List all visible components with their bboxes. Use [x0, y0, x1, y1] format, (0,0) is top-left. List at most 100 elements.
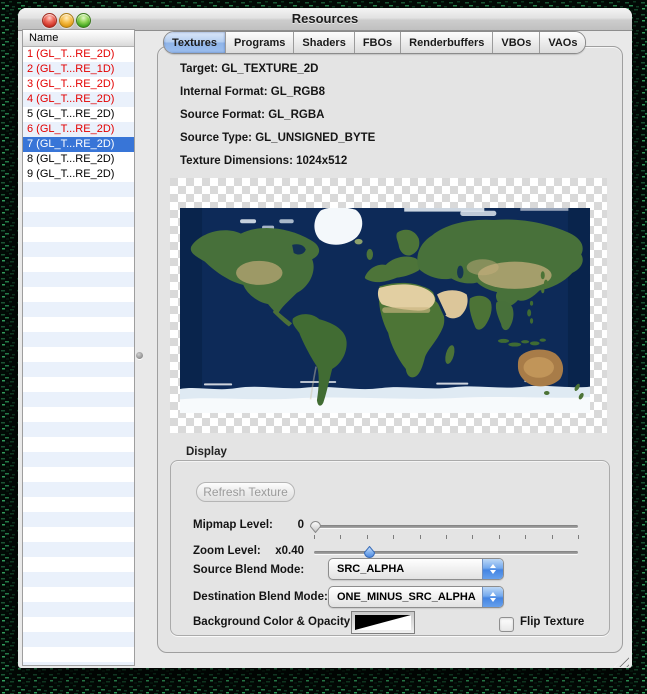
- mipmap-slider-thumb[interactable]: [308, 519, 323, 533]
- empty-row: [23, 302, 134, 317]
- tab-fbos[interactable]: FBOs: [354, 32, 400, 53]
- resource-row-4[interactable]: 4 (GL_T...RE_2D): [23, 92, 134, 107]
- empty-row: [23, 572, 134, 587]
- window-title: Resources: [18, 11, 632, 26]
- empty-row: [23, 512, 134, 527]
- resource-rows: 1 (GL_T...RE_2D)2 (GL_T...RE_1D)3 (GL_T.…: [23, 47, 134, 665]
- resource-row-9[interactable]: 9 (GL_T...RE_2D): [23, 167, 134, 182]
- empty-row: [23, 662, 134, 665]
- empty-row: [23, 197, 134, 212]
- splitter-handle[interactable]: [136, 352, 143, 359]
- empty-row: [23, 437, 134, 452]
- zoom-slider[interactable]: [314, 551, 578, 554]
- tab-programs[interactable]: Programs: [225, 32, 293, 53]
- tick-mark: [340, 535, 341, 539]
- dest-blend-popup[interactable]: ONE_MINUS_SRC_ALPHA: [328, 586, 504, 608]
- empty-row: [23, 332, 134, 347]
- source-blend-popup[interactable]: SRC_ALPHA: [328, 558, 504, 580]
- texture-info: Target: GL_TEXTURE_2DInternal Format: GL…: [180, 61, 375, 176]
- tick-mark: [420, 535, 421, 539]
- empty-row: [23, 377, 134, 392]
- flip-texture-checkbox[interactable]: [499, 617, 514, 632]
- popup-arrows-icon: [482, 587, 503, 607]
- empty-row: [23, 632, 134, 647]
- resource-row-8[interactable]: 8 (GL_T...RE_2D): [23, 152, 134, 167]
- resources-window: Resources Name 1 (GL_T...RE_2D)2 (GL_T..…: [18, 8, 632, 668]
- resource-row-3[interactable]: 3 (GL_T...RE_2D): [23, 77, 134, 92]
- empty-row: [23, 527, 134, 542]
- empty-row: [23, 227, 134, 242]
- mipmap-level-label: Mipmap Level:: [193, 519, 273, 531]
- tick-mark: [367, 535, 368, 539]
- dest-blend-value: ONE_MINUS_SRC_ALPHA: [337, 591, 476, 603]
- tick-mark: [393, 535, 394, 539]
- empty-row: [23, 242, 134, 257]
- source-blend-value: SRC_ALPHA: [337, 563, 404, 575]
- empty-row: [23, 602, 134, 617]
- detail-line: Texture Dimensions: 1024x512: [180, 153, 375, 176]
- empty-row: [23, 347, 134, 362]
- titlebar[interactable]: Resources: [18, 8, 632, 31]
- popup-arrows-icon: [482, 559, 503, 579]
- display-section-label: Display: [186, 446, 227, 458]
- color-swatch: [355, 615, 411, 630]
- background-color-label: Background Color & Opacity:: [193, 616, 354, 628]
- tab-renderbuffers[interactable]: Renderbuffers: [400, 32, 492, 53]
- empty-row: [23, 272, 134, 287]
- tab-textures[interactable]: Textures: [164, 32, 225, 53]
- detail-line: Source Type: GL_UNSIGNED_BYTE: [180, 130, 375, 153]
- empty-row: [23, 317, 134, 332]
- world-map-texture: [180, 208, 590, 413]
- flip-texture-label: Flip Texture: [520, 616, 584, 628]
- zoom-level-value: x0.40: [259, 545, 304, 557]
- background-color-well[interactable]: [351, 611, 415, 634]
- empty-row: [23, 422, 134, 437]
- empty-row: [23, 557, 134, 572]
- empty-row: [23, 407, 134, 422]
- screen: Resources Name 1 (GL_T...RE_2D)2 (GL_T..…: [0, 0, 647, 694]
- empty-row: [23, 362, 134, 377]
- resource-row-5[interactable]: 5 (GL_T...RE_2D): [23, 107, 134, 122]
- empty-row: [23, 182, 134, 197]
- tick-mark: [314, 535, 315, 539]
- tick-mark: [525, 535, 526, 539]
- empty-row: [23, 467, 134, 482]
- tick-mark: [472, 535, 473, 539]
- mipmap-slider[interactable]: [314, 525, 578, 528]
- empty-row: [23, 287, 134, 302]
- name-column-header[interactable]: Name: [23, 30, 134, 47]
- detail-line: Source Format: GL_RGBA: [180, 107, 375, 130]
- texture-preview: [180, 208, 590, 413]
- mipmap-level-value: 0: [271, 519, 304, 531]
- detail-line: Internal Format: GL_RGB8: [180, 84, 375, 107]
- detail-line: Target: GL_TEXTURE_2D: [180, 61, 375, 84]
- resource-row-1[interactable]: 1 (GL_T...RE_2D): [23, 47, 134, 62]
- tab-vaos[interactable]: VAOs: [539, 32, 585, 53]
- display-group-box: Refresh Texture Mipmap Level: 0 Zoom Lev…: [170, 460, 610, 636]
- dest-blend-label: Destination Blend Mode:: [193, 591, 328, 603]
- refresh-texture-button[interactable]: Refresh Texture: [196, 482, 295, 502]
- empty-row: [23, 257, 134, 272]
- empty-row: [23, 587, 134, 602]
- empty-row: [23, 452, 134, 467]
- resize-grip[interactable]: [614, 654, 629, 667]
- tick-mark: [578, 535, 579, 539]
- empty-row: [23, 392, 134, 407]
- tab-vbos[interactable]: VBOs: [492, 32, 539, 53]
- empty-row: [23, 497, 134, 512]
- source-blend-label: Source Blend Mode:: [193, 564, 304, 576]
- empty-row: [23, 542, 134, 557]
- resource-row-2[interactable]: 2 (GL_T...RE_1D): [23, 62, 134, 77]
- empty-row: [23, 482, 134, 497]
- empty-row: [23, 212, 134, 227]
- zoom-level-label: Zoom Level:: [193, 545, 261, 557]
- resource-row-7[interactable]: 7 (GL_T...RE_2D): [23, 137, 134, 152]
- tick-mark: [446, 535, 447, 539]
- empty-row: [23, 647, 134, 662]
- tick-mark: [552, 535, 553, 539]
- mipmap-slider-ticks: [314, 535, 578, 540]
- transparency-checkerboard: [170, 178, 607, 433]
- resource-row-6[interactable]: 6 (GL_T...RE_2D): [23, 122, 134, 137]
- empty-row: [23, 617, 134, 632]
- tab-shaders[interactable]: Shaders: [293, 32, 353, 53]
